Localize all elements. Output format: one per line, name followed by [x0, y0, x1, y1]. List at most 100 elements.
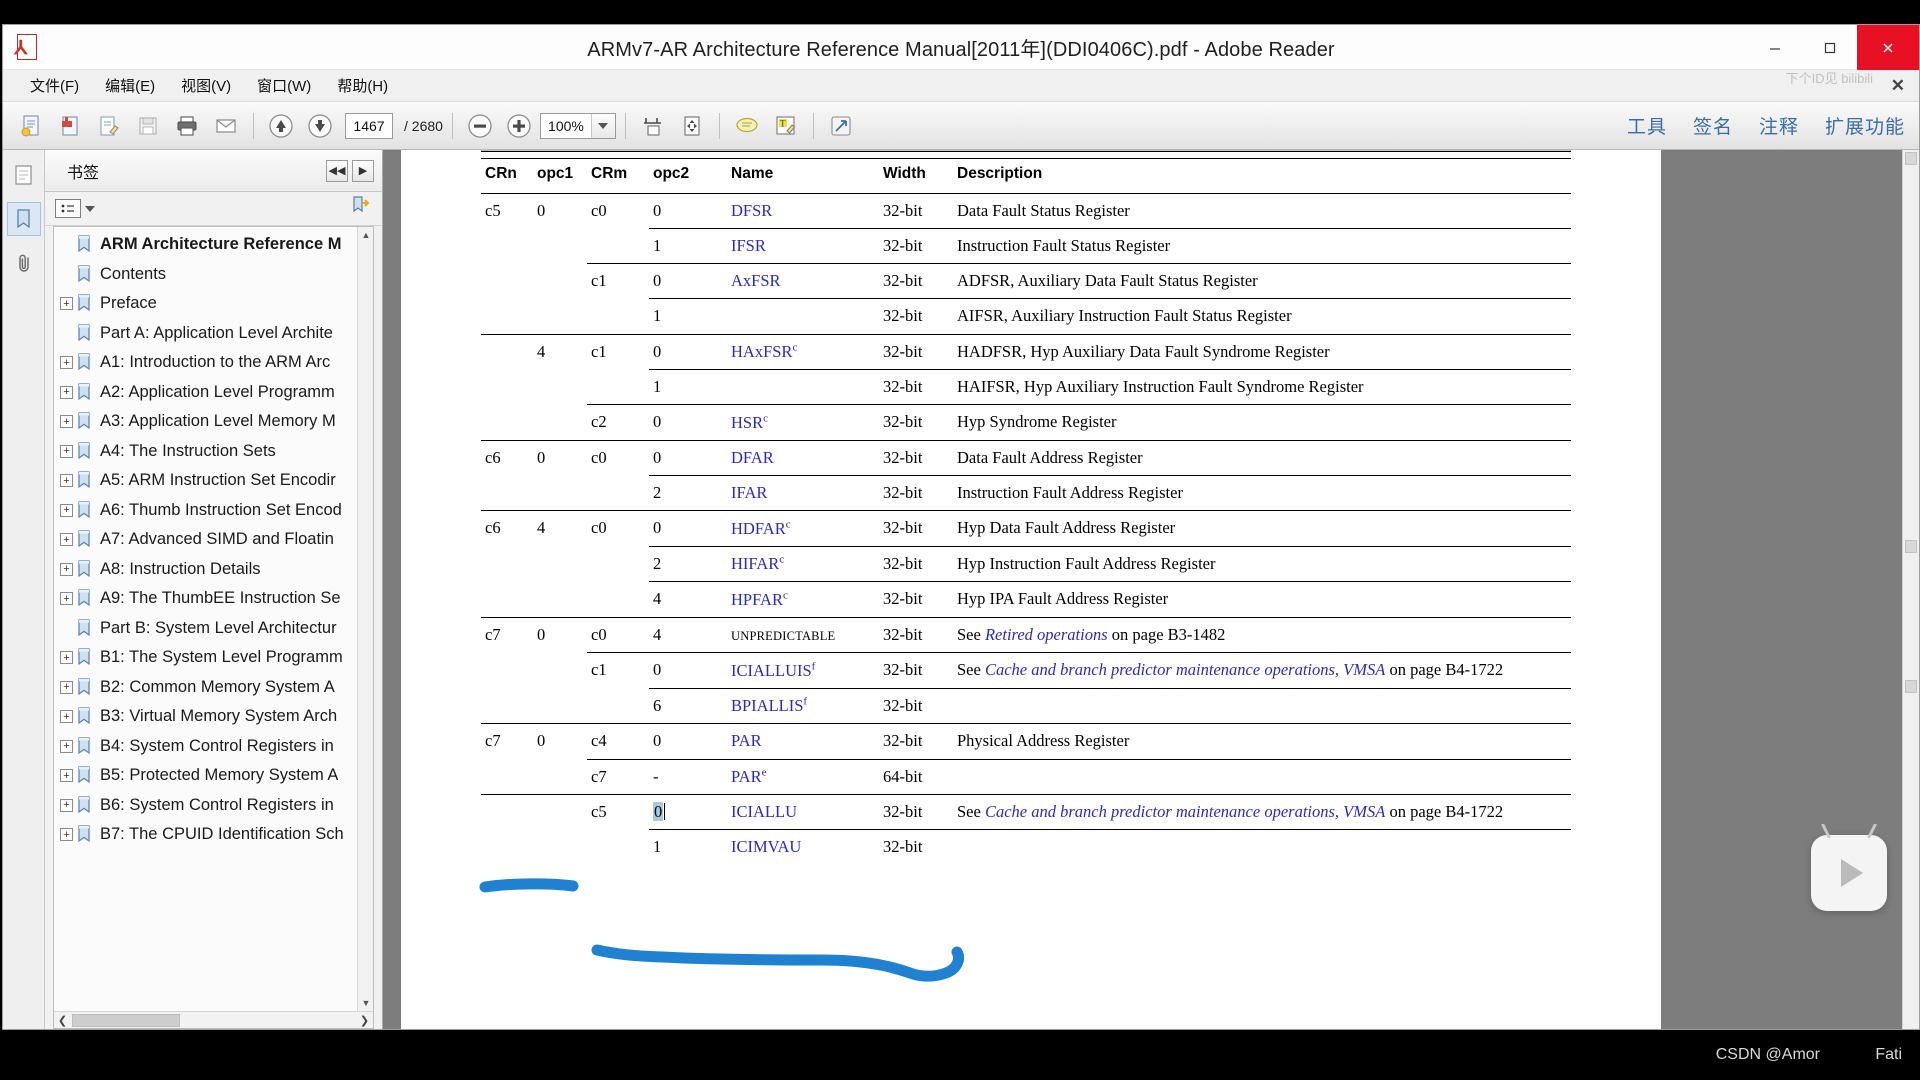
- extended-link[interactable]: 扩展功能: [1825, 112, 1905, 139]
- hscroll-thumb[interactable]: [72, 1013, 180, 1027]
- expand-bookmark-icon[interactable]: +: [60, 680, 73, 694]
- cross-reference-link[interactable]: Cache and branch predictor maintenance o…: [985, 802, 1385, 821]
- bookmark-item[interactable]: + B2: Common Memory System A: [54, 673, 357, 703]
- cell-name[interactable]: UNPREDICTABLE: [727, 616, 879, 653]
- close-button[interactable]: [1857, 25, 1919, 70]
- bookmark-item[interactable]: + Preface: [54, 289, 357, 319]
- bookmark-options-button[interactable]: [55, 199, 95, 218]
- arrow-down-icon[interactable]: [302, 107, 338, 145]
- expand-bookmark-icon[interactable]: +: [60, 474, 73, 488]
- cell-name[interactable]: BPIALLISf: [727, 687, 879, 724]
- cell-name[interactable]: HIFARc: [727, 545, 879, 582]
- cell-name[interactable]: HDFARc: [727, 510, 879, 547]
- save-disk-icon[interactable]: [130, 107, 166, 145]
- tools-link[interactable]: 工具: [1627, 112, 1667, 139]
- bilibili-play-icon[interactable]: [1811, 824, 1887, 911]
- bookmark-item[interactable]: ARM Architecture Reference M: [54, 230, 357, 260]
- cell-name[interactable]: ICIALLUISf: [727, 652, 879, 689]
- menu-view[interactable]: 视图(V): [168, 72, 244, 99]
- bookmark-item[interactable]: + A2: Application Level Programm: [54, 378, 357, 408]
- envelope-icon[interactable]: [208, 107, 244, 145]
- zoom-combobox[interactable]: 100%: [539, 112, 616, 139]
- printer-icon[interactable]: [169, 107, 205, 145]
- edit-pdf-icon[interactable]: [91, 107, 127, 145]
- document-vertical-scrollbar[interactable]: [1902, 150, 1919, 1029]
- bookmarks-horizontal-scrollbar[interactable]: ❮ ❯: [54, 1011, 373, 1028]
- open-folder-icon[interactable]: [13, 107, 49, 145]
- bookmark-item[interactable]: + B3: Virtual Memory System Arch: [54, 702, 357, 732]
- menu-file[interactable]: 文件(F): [17, 72, 92, 99]
- expand-bookmark-icon[interactable]: +: [60, 297, 73, 311]
- create-pdf-icon[interactable]: [52, 107, 88, 145]
- fit-visible-icon[interactable]: [674, 107, 710, 145]
- expand-bookmark-icon[interactable]: +: [60, 739, 73, 753]
- expand-panel-button[interactable]: ▶: [352, 159, 374, 182]
- plus-circle-icon[interactable]: [501, 107, 537, 145]
- bookmark-item[interactable]: Contents: [54, 260, 357, 290]
- bookmark-item[interactable]: + B1: The System Level Programm: [54, 643, 357, 673]
- expand-bookmark-icon[interactable]: +: [60, 651, 73, 665]
- sign-link[interactable]: 签名: [1693, 112, 1733, 139]
- cross-reference-link[interactable]: Retired operations: [985, 625, 1108, 644]
- bookmark-item[interactable]: + B7: The CPUID Identification Sch: [54, 820, 357, 850]
- cell-name[interactable]: ICIALLU: [727, 794, 879, 830]
- bookmark-item[interactable]: + A6: Thumb Instruction Set Encod: [54, 496, 357, 526]
- expand-bookmark-icon[interactable]: +: [60, 385, 73, 399]
- arrow-up-icon[interactable]: [263, 107, 299, 145]
- bookmarks-list[interactable]: ARM Architecture Reference M Contents + Pre…: [53, 226, 374, 1029]
- cell-name[interactable]: DFSR: [727, 194, 879, 229]
- expand-bookmark-icon[interactable]: +: [60, 533, 73, 547]
- bookmark-item[interactable]: + A7: Advanced SIMD and Floatin: [54, 525, 357, 555]
- cell-name[interactable]: IFSR: [727, 228, 879, 264]
- cell-name[interactable]: PAR: [727, 723, 879, 759]
- expand-bookmark-icon[interactable]: +: [60, 592, 73, 606]
- expand-bookmark-icon[interactable]: +: [60, 769, 73, 783]
- scroll-up-icon[interactable]: ▲: [358, 227, 373, 243]
- page-thumbnail-icon[interactable]: [7, 158, 41, 192]
- expand-bookmark-icon[interactable]: +: [60, 798, 73, 812]
- cell-name[interactable]: ICIMVAU: [727, 829, 879, 865]
- close-document-icon[interactable]: ✕: [1891, 76, 1905, 96]
- bookmark-item[interactable]: + A5: ARM Instruction Set Encodir: [54, 466, 357, 496]
- menu-window[interactable]: 窗口(W): [244, 72, 324, 99]
- bookmark-item[interactable]: + A9: The ThumbEE Instruction Se: [54, 584, 357, 614]
- comment-link[interactable]: 注释: [1759, 112, 1799, 139]
- scroll-right-icon[interactable]: ❯: [356, 1012, 373, 1029]
- new-bookmark-icon[interactable]: [350, 195, 372, 222]
- scroll-left-icon[interactable]: ❮: [54, 1012, 71, 1029]
- chevron-down-icon[interactable]: [590, 113, 615, 138]
- paperclip-icon[interactable]: [7, 246, 41, 280]
- cell-name[interactable]: IFAR: [727, 474, 879, 511]
- expand-bookmark-icon[interactable]: +: [60, 710, 73, 724]
- expand-bookmark-icon[interactable]: +: [60, 415, 73, 429]
- menu-edit[interactable]: 编辑(E): [92, 72, 168, 99]
- menu-help[interactable]: 帮助(H): [324, 72, 401, 99]
- expand-bookmark-icon[interactable]: +: [60, 356, 73, 370]
- bookmarks-vertical-scrollbar[interactable]: ▲ ▼: [357, 227, 373, 1011]
- expand-bookmark-icon[interactable]: +: [60, 503, 73, 517]
- maximize-button[interactable]: [1802, 25, 1857, 70]
- fit-page-icon[interactable]: [635, 107, 671, 145]
- bookmark-item[interactable]: + B4: System Control Registers in: [54, 732, 357, 762]
- bookmark-item[interactable]: Part A: Application Level Archite: [54, 319, 357, 349]
- comment-bubble-icon[interactable]: [729, 107, 765, 145]
- bookmark-item[interactable]: + A8: Instruction Details: [54, 555, 357, 585]
- highlight-pen-icon[interactable]: T: [768, 107, 804, 145]
- bookmark-item[interactable]: + B5: Protected Memory System A: [54, 761, 357, 791]
- cell-name[interactable]: AxFSR: [727, 263, 879, 299]
- minimize-button[interactable]: [1747, 25, 1802, 70]
- collapse-panel-button[interactable]: ◀◀: [326, 159, 348, 182]
- cell-name[interactable]: HPFARc: [727, 581, 879, 618]
- scroll-down-icon[interactable]: ▼: [358, 995, 373, 1011]
- scrollbar-marker-low[interactable]: [1905, 680, 1917, 693]
- cell-name[interactable]: HSRc: [727, 404, 879, 441]
- cell-name[interactable]: PARe: [727, 758, 879, 795]
- bookmark-item[interactable]: + A1: Introduction to the ARM Arc: [54, 348, 357, 378]
- cell-name[interactable]: HAxFSRc: [727, 333, 879, 370]
- page-number-input[interactable]: 1467: [345, 112, 393, 139]
- cross-reference-link[interactable]: Cache and branch predictor maintenance o…: [985, 660, 1385, 679]
- bookmark-flag-icon[interactable]: [6, 202, 41, 236]
- document-viewport[interactable]: CRn opc1 CRm opc2 Name Width Description…: [383, 150, 1919, 1029]
- minus-circle-icon[interactable]: [462, 107, 498, 145]
- expand-bookmark-icon[interactable]: +: [60, 444, 73, 458]
